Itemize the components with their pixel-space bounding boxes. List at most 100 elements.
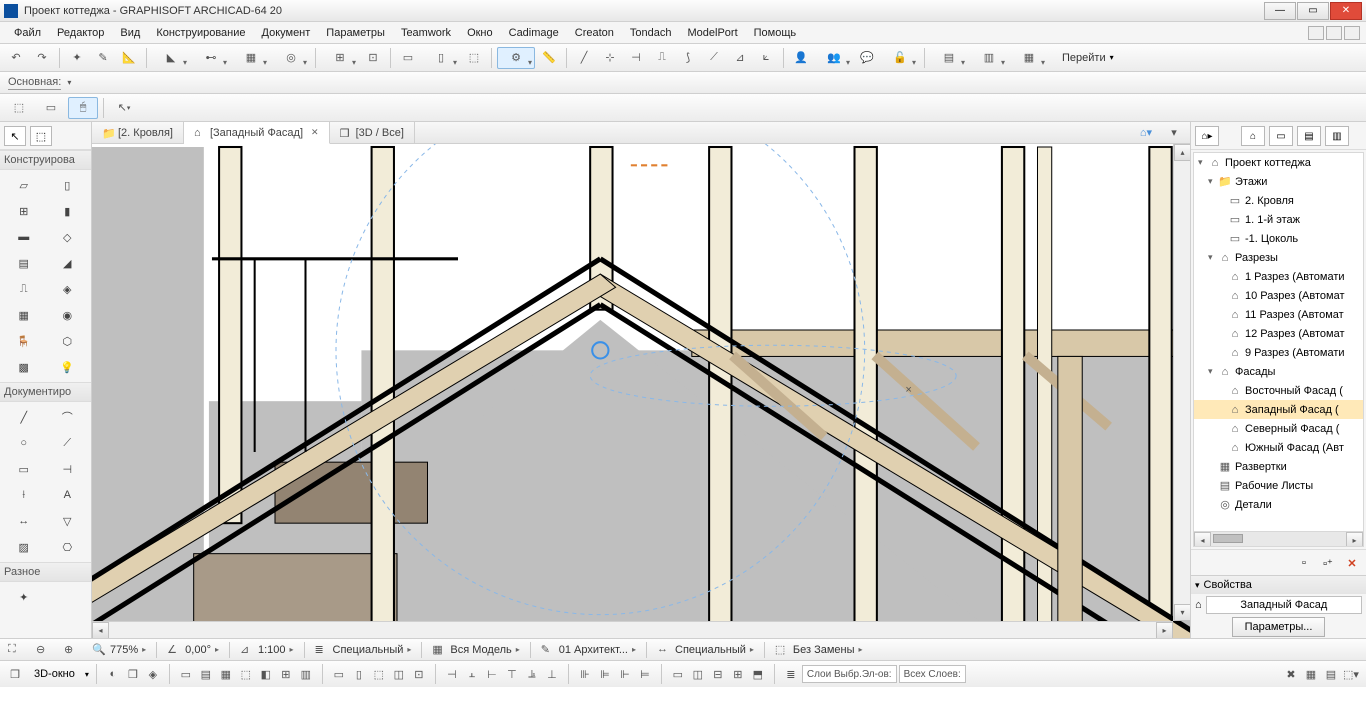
zoom-out-icon[interactable]: ⊖ [36,643,50,657]
drawing-tool[interactable]: ▭ [4,458,44,480]
doc-minimize-button[interactable] [1308,26,1324,40]
edit-tool-3[interactable]: ⊣ [624,47,648,69]
trace-ref-button[interactable]: ▯ [422,47,460,69]
toolbox-section-document[interactable]: Документиро [0,382,91,402]
window-button-2[interactable]: ▥ [970,47,1008,69]
menu-cadimage[interactable]: Cadimage [501,24,567,42]
edit-btn-3[interactable]: ⬚ [370,665,388,683]
layer-combo-value[interactable]: Специальный [333,644,404,656]
chevron-down-icon[interactable]: ▾ [1195,580,1200,591]
al-btn-4[interactable]: ⊤ [503,665,521,683]
nav-btn-2[interactable]: ❒ [124,665,142,683]
layer-dropdown-icon[interactable]: ▾ [67,78,71,87]
text-tool[interactable]: A [48,484,88,506]
navigator-mode-1[interactable]: ⌂▸ [1195,126,1219,146]
layer-icon[interactable]: ≣ [782,665,800,683]
menu-document[interactable]: Документ [254,24,319,42]
line-tool[interactable]: ╱ [4,406,44,428]
misc-btn-1[interactable]: ▭ [669,665,687,683]
toolbox-section-misc[interactable]: Разное [0,562,91,582]
dim-icon[interactable]: ↔ [657,643,671,657]
grid-snap-button[interactable]: ⊡ [361,47,385,69]
beam-tool[interactable]: ▬ [4,226,44,248]
door-tool[interactable]: ▯ [48,174,88,196]
override-value[interactable]: Без Замены [793,644,855,656]
inject-button[interactable]: ✎ [91,47,115,69]
menu-help[interactable]: Помощь [746,24,805,42]
menu-window[interactable]: Окно [459,24,501,42]
teamwork-button-4[interactable]: 🔓 [881,47,919,69]
3d-window-label[interactable]: 3D-окно [26,668,83,680]
zoom-icon[interactable]: 🔍 [92,643,106,657]
end-btn-1[interactable]: ✖ [1282,665,1300,683]
edit-tool-6[interactable]: ⟋ [702,47,726,69]
menu-creaton[interactable]: Creaton [567,24,622,42]
lamp-tool[interactable]: 💡 [48,356,88,378]
stair-tool[interactable]: ▤ [4,252,44,274]
model-icon[interactable]: ▦ [432,643,446,657]
layer-label[interactable]: Основная: [8,76,61,90]
nav-action-delete[interactable]: ✕ [1342,554,1362,572]
al-btn-1[interactable]: ⊣ [443,665,461,683]
dimension-tool[interactable]: ↔ [4,510,44,532]
end-btn-2[interactable]: ▦ [1302,665,1320,683]
zone-tool[interactable]: ⬡ [48,330,88,352]
edit-btn-4[interactable]: ◫ [390,665,408,683]
menu-file[interactable]: Файл [6,24,49,42]
slab-tool[interactable]: ◇ [48,226,88,248]
marquee-select-tool[interactable]: ⬚ [30,126,52,146]
pen-value[interactable]: 01 Архитект... [559,644,628,656]
al-btn-6[interactable]: ⊥ [543,665,561,683]
arrow-select-tool[interactable]: ↖ [4,126,26,146]
edit-tool-8[interactable]: ⟀ [754,47,778,69]
curtain-wall-tool[interactable]: ▦ [4,304,44,326]
zoom-value[interactable]: 775% [110,644,138,656]
window-button-3[interactable]: ▦ [1010,47,1048,69]
edit-tool-7[interactable]: ⊿ [728,47,752,69]
angle-icon[interactable]: ∠ [167,643,181,657]
menu-edit[interactable]: Редактор [49,24,112,42]
tab-action-1[interactable]: ⌂▾ [1134,122,1158,144]
edit-tool-2[interactable]: ⊹ [598,47,622,69]
misc-btn-2[interactable]: ◫ [689,665,707,683]
grp-btn-5[interactable]: ◧ [257,665,275,683]
navigator-tree[interactable]: ▾⌂Проект коттеджа ▾📁Этажи ▭2. Кровля ▭1.… [1193,152,1364,547]
doc-restore-button[interactable] [1326,26,1342,40]
mesh-tool[interactable]: ▩ [4,356,44,378]
morph-tool[interactable]: ◉ [48,304,88,326]
menu-tondach[interactable]: Tondach [622,24,680,42]
ruler-button[interactable]: 📏 [537,47,561,69]
override-icon[interactable]: ⬚ [775,643,789,657]
teamwork-button-3[interactable]: 💬 [855,47,879,69]
object-tool[interactable]: 🪑 [4,330,44,352]
edit-tool-1[interactable]: ╱ [572,47,596,69]
misc-btn-3[interactable]: ⊟ [709,665,727,683]
menu-design[interactable]: Конструирование [148,24,253,42]
al-btn-2[interactable]: ⫠ [463,665,481,683]
dim-value[interactable]: Специальный [675,644,746,656]
nav-btn-3[interactable]: ◈ [144,665,162,683]
fit-icon[interactable]: ⛶ [8,643,22,657]
grp-btn-1[interactable]: ▭ [177,665,195,683]
snap-angle-button[interactable]: ◣ [152,47,190,69]
scale-icon[interactable]: ⊿ [240,643,254,657]
tab-action-2[interactable]: ▾ [1162,122,1186,144]
redo-button[interactable]: ↷ [30,47,54,69]
menu-teamwork[interactable]: Teamwork [393,24,459,42]
label-tool[interactable]: ⎔ [48,536,88,558]
al-btn-5[interactable]: ⫡ [523,665,541,683]
roof-tool[interactable]: ◢ [48,252,88,274]
minimize-button[interactable]: — [1264,2,1296,20]
dist-btn-4[interactable]: ⊨ [636,665,654,683]
navigate-label[interactable]: Перейти [1062,52,1106,64]
navigator-mode-layout[interactable]: ▤ [1297,126,1321,146]
layer-selection-2[interactable]: Всех Слоев: [899,665,966,683]
edit-btn-1[interactable]: ▭ [330,665,348,683]
scale-value[interactable]: 1:100 [258,644,286,656]
navigator-mode-project-map[interactable]: ⌂ [1241,126,1265,146]
dist-btn-3[interactable]: ⊩ [616,665,634,683]
wall-tool[interactable]: ▱ [4,174,44,196]
shell-tool[interactable]: ⎍ [4,278,44,300]
edit-tool-5[interactable]: ⟆ [676,47,700,69]
canvas[interactable]: × ▴▾ ◂▸ [92,144,1190,638]
